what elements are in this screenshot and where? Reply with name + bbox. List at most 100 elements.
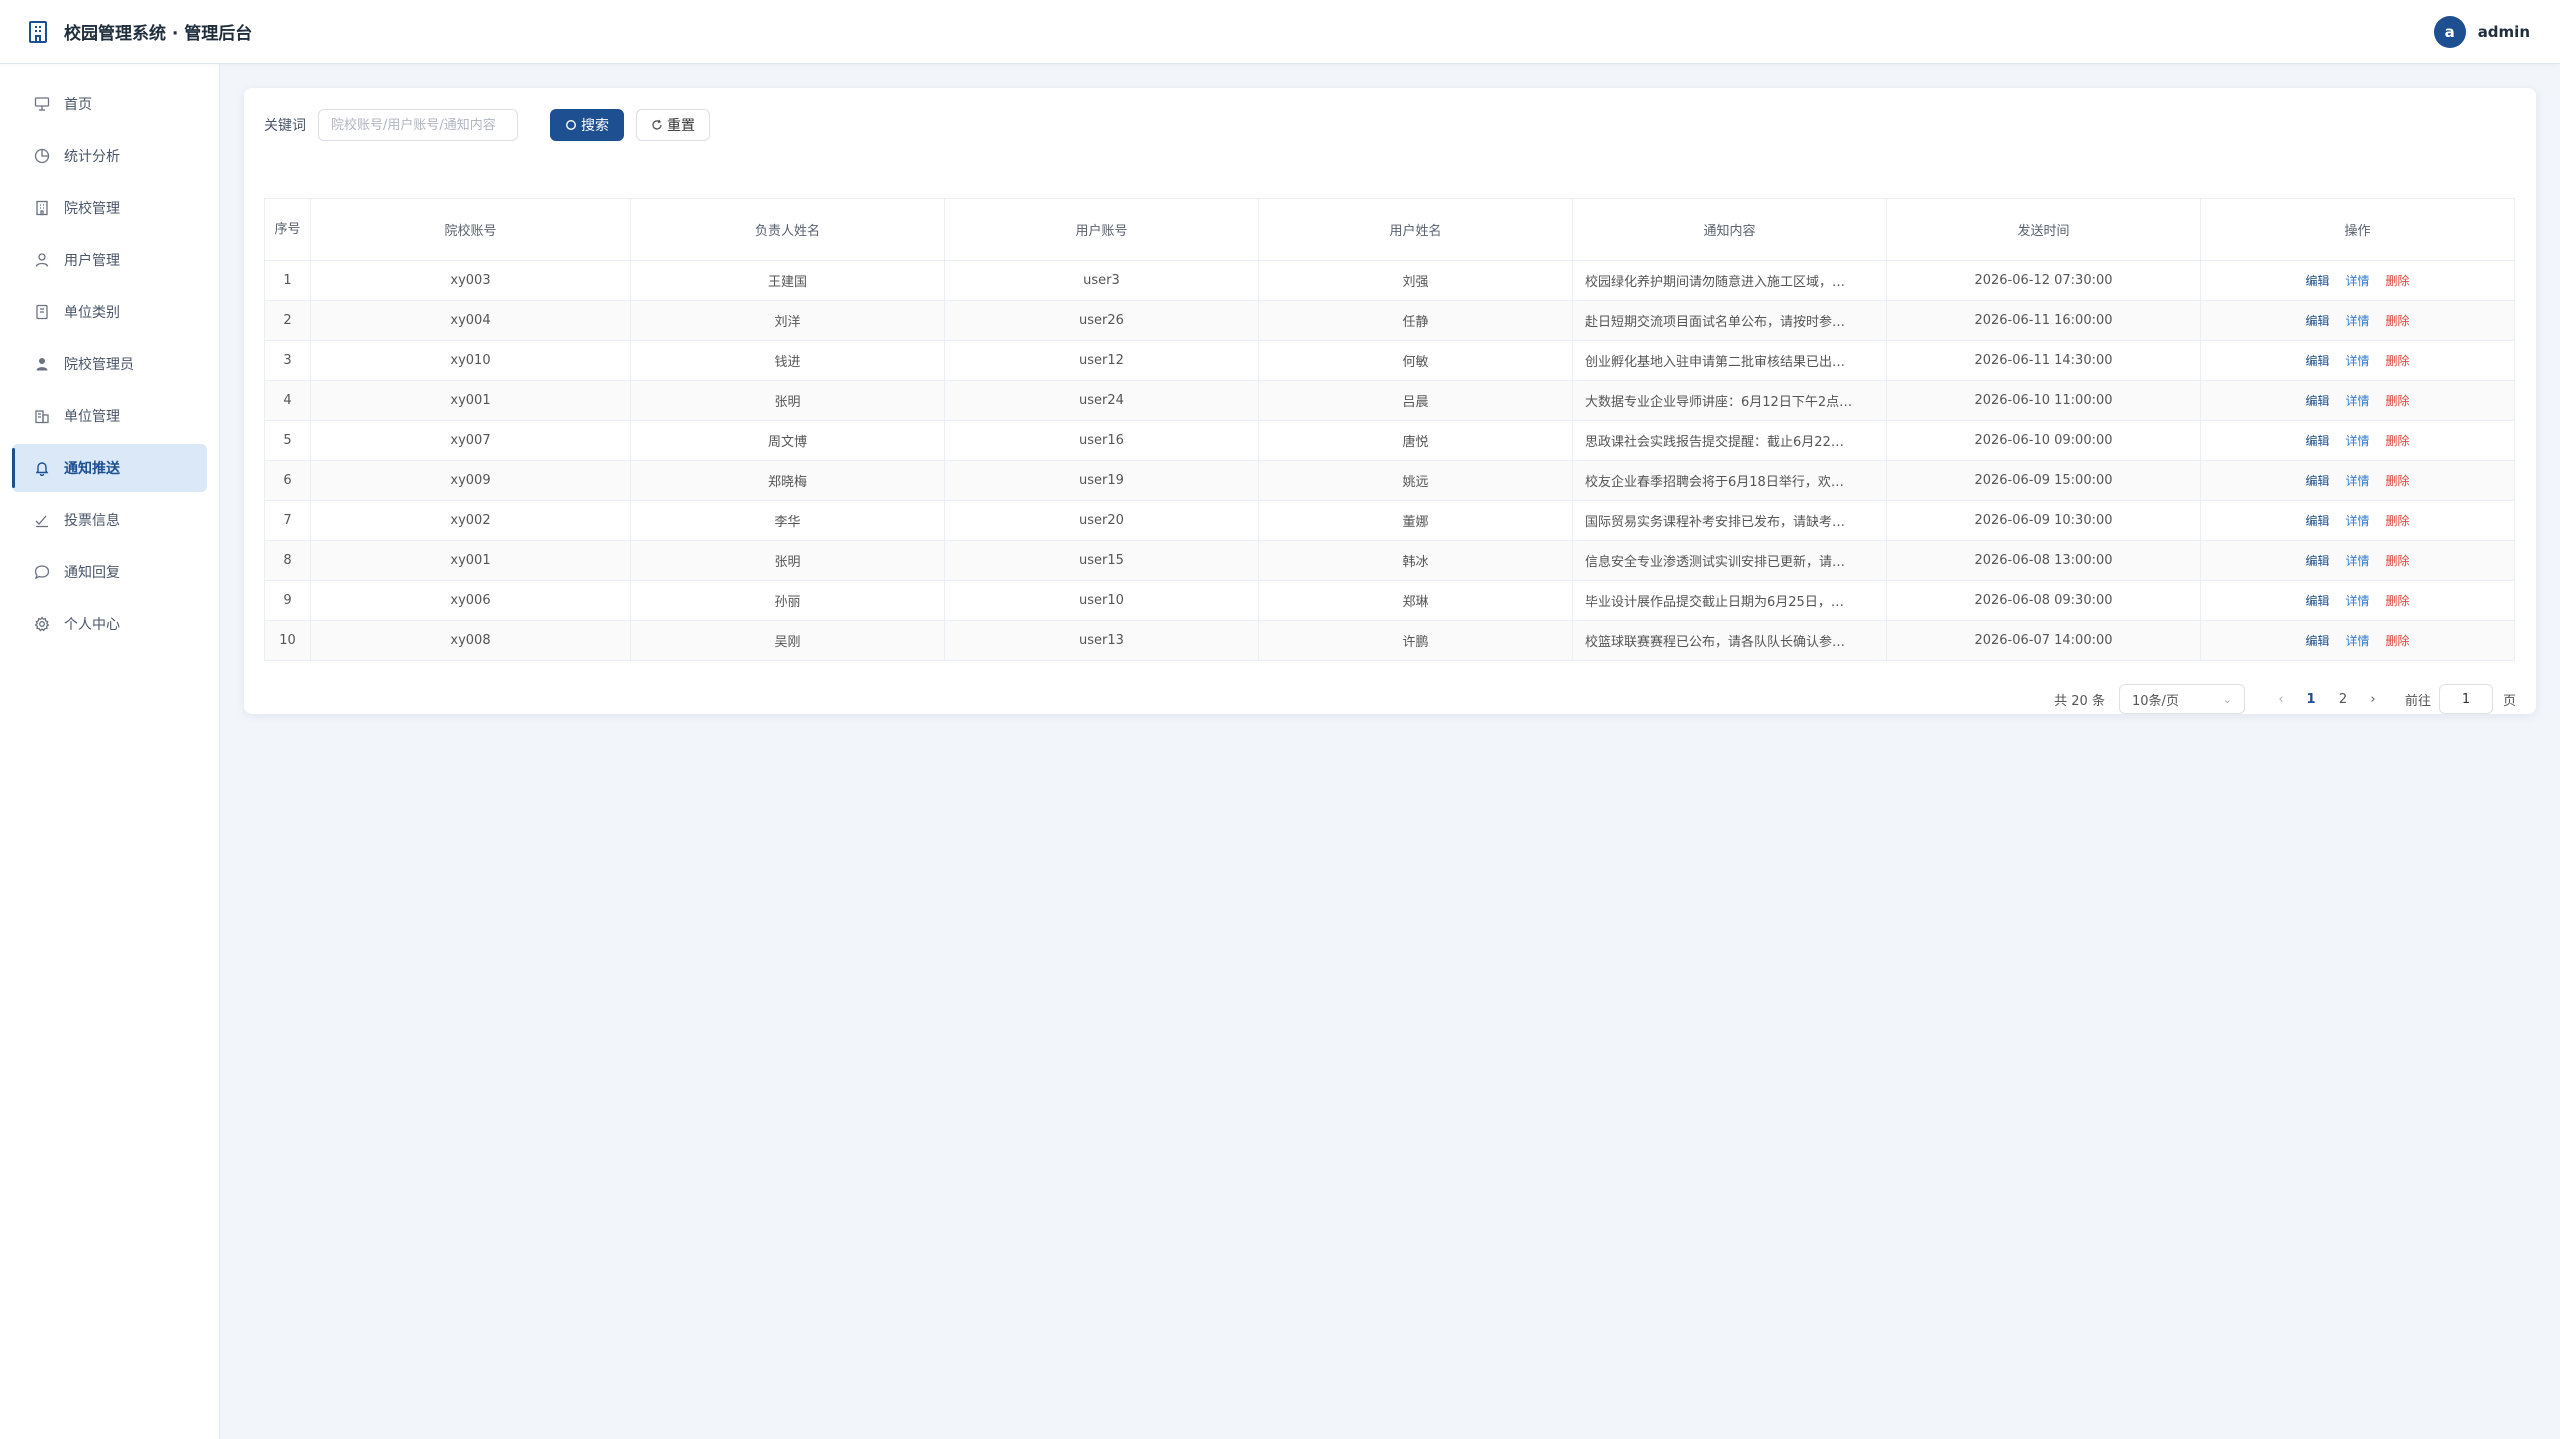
cell-actions: 编辑 详情 删除 [2200,620,2515,661]
cell-content: 校篮球联赛赛程已公布，请各队队长确认参… [1572,620,1887,661]
page-size-select[interactable]: 10条/页 ⌄ [2118,684,2245,714]
sidebar-item-school-admins[interactable]: 院校管理员 [12,340,207,388]
cell-manager-name: 孙丽 [630,580,945,621]
cell-content: 国际贸易实务课程补考安排已发布，请缺考… [1572,500,1887,541]
detail-button[interactable]: 详情 [2345,634,2369,648]
cell-manager-name: 郑晓梅 [630,460,945,501]
username[interactable]: admin [2478,23,2530,41]
header-manager-name: 负责人姓名 [630,198,945,261]
cell-actions: 编辑 详情 删除 [2200,540,2515,581]
sidebar-item-unit-categories[interactable]: 单位类别 [12,288,207,336]
goto-page-input[interactable] [2438,684,2493,714]
detail-button[interactable]: 详情 [2345,514,2369,528]
header-send-time: 发送时间 [1886,198,2201,261]
cell-content: 大数据专业企业导师讲座：6月12日下午2点… [1572,380,1887,421]
delete-button[interactable]: 删除 [2386,354,2410,368]
cell-content: 创业孵化基地入驻申请第二批审核结果已出… [1572,340,1887,381]
detail-button[interactable]: 详情 [2345,554,2369,568]
delete-button[interactable]: 删除 [2386,634,2410,648]
cell-user-account: user20 [944,500,1259,541]
sidebar: 首页 统计分析 院校管理 用户管理 单位类别 院校管理员 单位管理 通知推送 投… [0,64,220,1439]
total-count: 共 20 条 [2054,693,2105,709]
cell-send-time: 2026-06-07 14:00:00 [1886,620,2201,661]
detail-button[interactable]: 详情 [2345,394,2369,408]
sidebar-item-votes[interactable]: 投票信息 [12,496,207,544]
cell-manager-name: 刘洋 [630,300,945,341]
sidebar-item-statistics[interactable]: 统计分析 [12,132,207,180]
delete-button[interactable]: 删除 [2386,514,2410,528]
reset-button-label: 重置 [667,118,695,134]
edit-button[interactable]: 编辑 [2305,474,2329,488]
cell-user-account: user24 [944,380,1259,421]
sidebar-item-home[interactable]: 首页 [12,80,207,128]
cell-manager-name: 周文博 [630,420,945,461]
sidebar-item-units[interactable]: 单位管理 [12,392,207,440]
edit-button[interactable]: 编辑 [2305,354,2329,368]
page-1[interactable]: 1 [2295,692,2327,707]
cell-send-time: 2026-06-10 11:00:00 [1886,380,2201,421]
delete-button[interactable]: 删除 [2386,274,2410,288]
detail-button[interactable]: 详情 [2345,594,2369,608]
prev-page-icon[interactable]: ‹ [2267,692,2295,707]
cell-user-name: 唐悦 [1258,420,1573,461]
delete-button[interactable]: 删除 [2386,314,2410,328]
cell-school-account: xy009 [310,460,631,501]
building-logo-icon [29,20,47,43]
cell-index: 1 [264,260,311,301]
edit-button[interactable]: 编辑 [2305,274,2329,288]
delete-button[interactable]: 删除 [2386,554,2410,568]
cell-user-account: user13 [944,620,1259,661]
detail-button[interactable]: 详情 [2345,474,2369,488]
delete-button[interactable]: 删除 [2386,594,2410,608]
edit-button[interactable]: 编辑 [2305,554,2329,568]
cell-content: 校友企业春季招聘会将于6月18日举行，欢… [1572,460,1887,501]
header-index: 序号 [264,198,311,261]
table-row: 8 xy001 张明 user15 韩冰 信息安全专业渗透测试实训安排已更新，请… 2026… [264,540,2515,581]
delete-button[interactable]: 删除 [2386,474,2410,488]
page-2[interactable]: 2 [2327,692,2359,707]
header-user-name: 用户姓名 [1258,198,1573,261]
avatar[interactable]: a [2433,15,2466,48]
detail-button[interactable]: 详情 [2345,354,2369,368]
keyword-input[interactable] [318,109,518,141]
sidebar-item-label: 单位类别 [64,305,120,321]
cell-user-name: 董娜 [1258,500,1573,541]
detail-button[interactable]: 详情 [2345,274,2369,288]
sidebar-item-label: 院校管理员 [64,357,134,373]
cell-index: 10 [264,620,311,661]
sidebar-item-profile[interactable]: 个人中心 [12,600,207,648]
edit-button[interactable]: 编辑 [2305,434,2329,448]
cell-index: 3 [264,340,311,381]
cell-actions: 编辑 详情 删除 [2200,580,2515,621]
detail-button[interactable]: 详情 [2345,314,2369,328]
cell-manager-name: 张明 [630,380,945,421]
cell-manager-name: 王建国 [630,260,945,301]
reset-button[interactable]: 重置 [636,109,710,141]
delete-button[interactable]: 删除 [2386,434,2410,448]
cell-send-time: 2026-06-12 07:30:00 [1886,260,2201,301]
edit-button[interactable]: 编辑 [2305,394,2329,408]
sidebar-item-schools[interactable]: 院校管理 [12,184,207,232]
edit-button[interactable]: 编辑 [2305,314,2329,328]
edit-button[interactable]: 编辑 [2305,634,2329,648]
sidebar-item-replies[interactable]: 通知回复 [12,548,207,596]
cell-user-account: user15 [944,540,1259,581]
edit-button[interactable]: 编辑 [2305,514,2329,528]
cell-send-time: 2026-06-08 13:00:00 [1886,540,2201,581]
next-page-icon[interactable]: › [2359,692,2387,707]
cell-content: 信息安全专业渗透测试实训安排已更新，请… [1572,540,1887,581]
cell-school-account: xy001 [310,540,631,581]
search-toolbar: 关键词 搜索 重置 [264,108,2516,142]
search-button[interactable]: 搜索 [550,109,624,141]
edit-button[interactable]: 编辑 [2305,594,2329,608]
delete-button[interactable]: 删除 [2386,394,2410,408]
cell-user-account: user26 [944,300,1259,341]
notification-list-card: 关键词 搜索 重置 序号 院校账号 负责人姓名 用户账号 用户姓名 通知内容 发… [244,88,2536,714]
sidebar-item-label: 院校管理 [64,201,120,217]
detail-button[interactable]: 详情 [2345,434,2369,448]
user-menu[interactable]: a admin [2433,15,2530,48]
sidebar-item-notifications[interactable]: 通知推送 [12,444,207,492]
table-row: 9 xy006 孙丽 user10 郑琳 毕业设计展作品提交截止日期为6月25日，… 202… [264,580,2515,621]
sidebar-item-users[interactable]: 用户管理 [12,236,207,284]
sidebar-item-label: 统计分析 [64,149,120,165]
